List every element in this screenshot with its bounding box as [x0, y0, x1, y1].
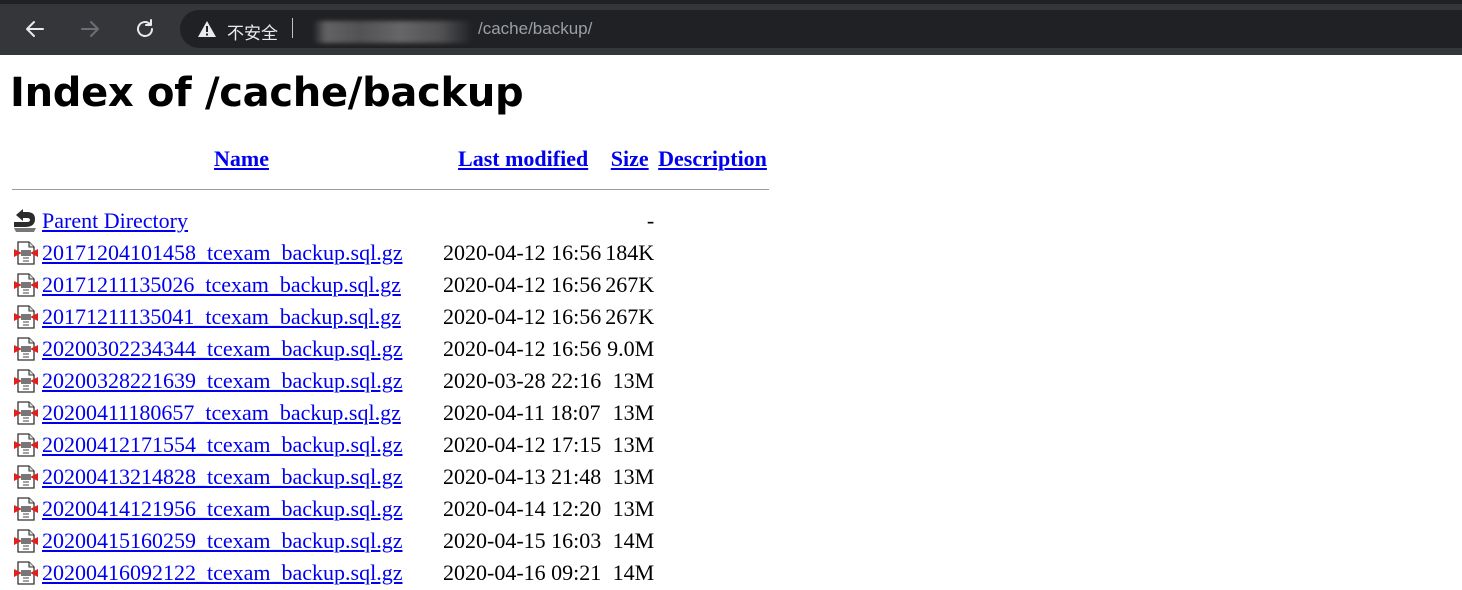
- modified-cell: 2020-04-15 16:03: [443, 528, 602, 553]
- size-cell: 267K: [605, 272, 655, 297]
- description-cell: [656, 494, 769, 524]
- table-row: 20200411180657_tcexam_backup.sql.gz 2020-…: [12, 398, 769, 428]
- description-cell: [656, 526, 769, 556]
- header-separator-row: [12, 177, 769, 204]
- file-link[interactable]: 20200412171554_tcexam_backup.sql.gz: [42, 432, 403, 457]
- modified-cell: 2020-04-16 09:21: [443, 560, 602, 585]
- size-cell: 13M: [612, 400, 655, 425]
- header-divider: [12, 189, 769, 190]
- modified-cell: 2020-04-12 16:56: [443, 272, 602, 297]
- table-row: 20200416092122_tcexam_backup.sql.gz 2020-…: [12, 558, 769, 588]
- address-bar[interactable]: 不安全 /cache/backup/: [180, 10, 1462, 48]
- back-folder-icon: [12, 206, 40, 236]
- back-arrow-icon[interactable]: [20, 14, 50, 44]
- file-link[interactable]: 20171211135026_tcexam_backup.sql.gz: [42, 272, 401, 297]
- size-cell: 13M: [612, 496, 655, 521]
- header-description: Description: [656, 143, 769, 175]
- sort-by-size-link[interactable]: Size: [611, 146, 649, 171]
- reload-icon[interactable]: [130, 14, 160, 44]
- compressed-file-icon: [12, 366, 40, 396]
- file-link[interactable]: 20200416092122_tcexam_backup.sql.gz: [42, 560, 403, 585]
- sort-by-date-link[interactable]: Last modified: [458, 146, 588, 171]
- warning-icon[interactable]: [197, 20, 217, 38]
- table-row: 20171211135026_tcexam_backup.sql.gz 2020-…: [12, 270, 769, 300]
- size-cell: 13M: [612, 464, 655, 489]
- modified-cell: 2020-04-12 17:15: [443, 432, 602, 457]
- header-name: Name: [42, 143, 441, 175]
- size-cell: 13M: [612, 432, 655, 457]
- size-cell: 267K: [605, 304, 655, 329]
- file-link[interactable]: 20200302234344_tcexam_backup.sql.gz: [42, 336, 403, 361]
- parent-directory-row: Parent Directory -: [12, 206, 769, 236]
- table-header-row: Name Last modified Size Description: [12, 143, 769, 175]
- size-cell: 13M: [612, 368, 655, 393]
- compressed-file-icon: [12, 334, 40, 364]
- modified-cell: 2020-04-12 16:56: [443, 336, 602, 361]
- size-cell: 14M: [612, 528, 655, 553]
- sort-by-description-link[interactable]: Description: [658, 146, 767, 171]
- compressed-file-icon: [12, 526, 40, 556]
- parent-description-cell: [656, 206, 769, 236]
- table-row: 20200415160259_tcexam_backup.sql.gz 2020-…: [12, 526, 769, 556]
- page-title: Index of /cache/backup: [10, 70, 524, 116]
- table-row: 20200413214828_tcexam_backup.sql.gz 2020-…: [12, 462, 769, 492]
- table-row: 20200302234344_tcexam_backup.sql.gz 2020-…: [12, 334, 769, 364]
- file-link[interactable]: 20200414121956_tcexam_backup.sql.gz: [42, 496, 403, 521]
- size-cell: 9.0M: [607, 336, 655, 361]
- description-cell: [656, 558, 769, 588]
- redacted-host: [313, 21, 473, 43]
- description-cell: [656, 462, 769, 492]
- table-row: 20171204101458_tcexam_backup.sql.gz 2020-…: [12, 238, 769, 268]
- header-size: Size: [605, 143, 654, 175]
- description-cell: [656, 334, 769, 364]
- compressed-file-icon: [12, 270, 40, 300]
- file-link[interactable]: 20200413214828_tcexam_backup.sql.gz: [42, 464, 403, 489]
- compressed-file-icon: [12, 398, 40, 428]
- header-last-modified: Last modified: [443, 143, 603, 175]
- description-cell: [656, 398, 769, 428]
- file-link[interactable]: 20200411180657_tcexam_backup.sql.gz: [42, 400, 401, 425]
- file-link[interactable]: 20200328221639_tcexam_backup.sql.gz: [42, 368, 403, 393]
- header-icon-col: [12, 143, 40, 175]
- url-separator: [292, 18, 293, 38]
- table-row: 20200412171554_tcexam_backup.sql.gz 2020-…: [12, 430, 769, 460]
- description-cell: [656, 270, 769, 300]
- parent-modified-cell: [443, 206, 603, 236]
- modified-cell: 2020-04-11 18:07: [443, 400, 601, 425]
- parent-directory-link[interactable]: Parent Directory: [42, 208, 188, 233]
- forward-arrow-icon[interactable]: [75, 14, 105, 44]
- modified-cell: 2020-04-13 21:48: [443, 464, 602, 489]
- file-link[interactable]: 20171211135041_tcexam_backup.sql.gz: [42, 304, 401, 329]
- modified-cell: 2020-04-14 12:20: [443, 496, 602, 521]
- url-path-text[interactable]: /cache/backup/: [478, 19, 592, 39]
- security-status-label[interactable]: 不安全: [227, 19, 278, 44]
- modified-cell: 2020-04-12 16:56: [443, 240, 602, 265]
- modified-cell: 2020-03-28 22:16: [443, 368, 602, 393]
- table-row: 20171211135041_tcexam_backup.sql.gz 2020-…: [12, 302, 769, 332]
- compressed-file-icon: [12, 238, 40, 268]
- modified-cell: 2020-04-12 16:56: [443, 304, 602, 329]
- sort-by-name-link[interactable]: Name: [214, 146, 269, 171]
- file-link[interactable]: 20171204101458_tcexam_backup.sql.gz: [42, 240, 403, 265]
- compressed-file-icon: [12, 430, 40, 460]
- description-cell: [656, 366, 769, 396]
- file-link[interactable]: 20200415160259_tcexam_backup.sql.gz: [42, 528, 403, 553]
- description-cell: [656, 238, 769, 268]
- compressed-file-icon: [12, 462, 40, 492]
- size-cell: 14M: [612, 560, 655, 585]
- browser-toolbar: 不安全 /cache/backup/: [0, 0, 1462, 55]
- file-listing-table: Name Last modified Size Description Pare…: [10, 141, 771, 590]
- compressed-file-icon: [12, 494, 40, 524]
- compressed-file-icon: [12, 302, 40, 332]
- size-cell: 184K: [605, 240, 655, 265]
- directory-listing-page: Index of /cache/backup Name Last modifie…: [0, 69, 1462, 590]
- table-row: 20200328221639_tcexam_backup.sql.gz 2020-…: [12, 366, 769, 396]
- compressed-file-icon: [12, 558, 40, 588]
- description-cell: [656, 302, 769, 332]
- table-row: 20200414121956_tcexam_backup.sql.gz 2020-…: [12, 494, 769, 524]
- parent-size-cell: -: [646, 208, 655, 233]
- description-cell: [656, 430, 769, 460]
